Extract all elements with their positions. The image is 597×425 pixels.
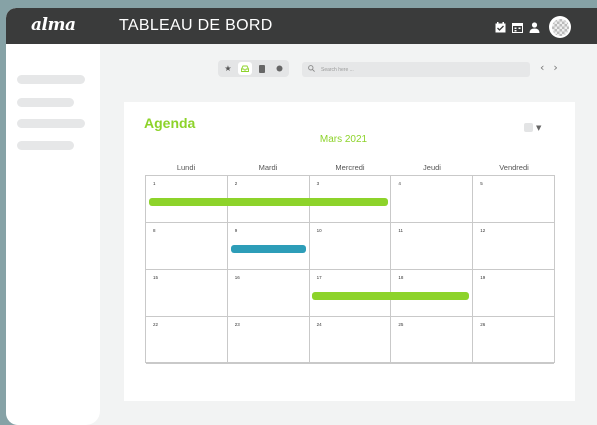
day-cell[interactable]: 15 — [146, 270, 228, 316]
day-number: 15 — [153, 275, 159, 280]
day-cell[interactable]: 16 — [228, 270, 310, 316]
day-number: 11 — [398, 228, 404, 233]
calendar-event[interactable] — [312, 292, 470, 300]
day-cell[interactable]: 24 — [310, 317, 392, 363]
day-number: 19 — [480, 275, 486, 280]
day-number: 16 — [234, 275, 240, 280]
view-toolbar: ★ — [218, 60, 289, 77]
next-arrow-icon[interactable]: › — [553, 61, 557, 74]
month-navigation: ‹ › — [540, 61, 558, 74]
circle-icon[interactable] — [272, 62, 286, 75]
user-icon[interactable] — [528, 20, 541, 34]
avatar[interactable] — [549, 16, 571, 38]
day-number: 18 — [398, 275, 404, 280]
day-cell[interactable]: 25 — [391, 317, 474, 363]
day-cell[interactable]: 8 — [146, 223, 228, 269]
prev-arrow-icon[interactable]: ‹ — [540, 61, 544, 74]
chevron-down-icon: ▼ — [536, 123, 542, 132]
day-cell[interactable]: 26 — [473, 317, 554, 363]
calendar-grid: 1 2 3 4 5 8 9 10 11 12 15 16 17 18 19 22… — [145, 175, 555, 364]
inbox-icon[interactable] — [238, 62, 252, 75]
day-headers: Lundi Mardi Mercredi Jeudi Vendredi — [145, 163, 555, 172]
calendar-check-icon[interactable] — [494, 20, 507, 34]
day-number: 26 — [480, 322, 486, 327]
day-number: 4 — [398, 181, 401, 186]
day-header: Lundi — [176, 163, 196, 172]
day-header: Vendredi — [499, 163, 529, 172]
search-icon — [308, 65, 315, 74]
day-number: 8 — [153, 228, 156, 233]
day-header: Mercredi — [335, 163, 365, 172]
sidebar-item[interactable] — [17, 98, 74, 107]
day-cell[interactable]: 4 — [391, 176, 474, 222]
view-select-box — [524, 123, 533, 132]
day-cell[interactable]: 11 — [391, 223, 474, 269]
top-icons — [494, 16, 571, 38]
day-cell[interactable]: 12 — [473, 223, 554, 269]
app-window: alma TABLEAU DE BORD ★ Search here ... ‹… — [6, 8, 597, 425]
day-cell[interactable]: 23 — [228, 317, 310, 363]
day-number: 17 — [316, 275, 322, 280]
day-number: 25 — [398, 322, 404, 327]
sidebar-item[interactable] — [17, 141, 74, 150]
day-cell[interactable]: 22 — [146, 317, 228, 363]
calendar-week: 8 9 10 11 12 — [146, 223, 554, 270]
day-number: 23 — [234, 322, 240, 327]
day-number: 3 — [316, 181, 320, 186]
document-icon[interactable] — [255, 62, 269, 75]
day-header: Jeudi — [423, 163, 441, 172]
calendar-week: 22 23 24 25 26 — [146, 317, 554, 364]
star-icon[interactable]: ★ — [221, 62, 235, 75]
view-select[interactable]: ▼ — [524, 123, 541, 132]
top-bar: alma TABLEAU DE BORD — [6, 8, 597, 44]
day-number: 22 — [153, 322, 159, 327]
day-number: 2 — [234, 181, 238, 186]
page-title: TABLEAU DE BORD — [119, 17, 273, 34]
day-number: 12 — [480, 228, 486, 233]
calendar-icon[interactable] — [511, 20, 524, 34]
agenda-title: Agenda — [144, 115, 196, 131]
sidebar-item[interactable] — [17, 75, 85, 84]
sidebar — [6, 44, 100, 425]
day-number: 9 — [234, 228, 238, 233]
day-number: 24 — [316, 322, 322, 327]
day-header: Mardi — [258, 163, 278, 172]
day-number: 10 — [316, 228, 322, 233]
day-number: 1 — [153, 181, 156, 186]
search-field[interactable]: Search here ... — [302, 62, 530, 77]
day-cell[interactable]: 5 — [473, 176, 554, 222]
day-cell[interactable]: 19 — [473, 270, 554, 316]
app-logo[interactable]: alma — [31, 15, 76, 35]
calendar-event[interactable] — [149, 198, 388, 206]
search-placeholder: Search here ... — [321, 66, 354, 73]
agenda-card: Agenda Mars 2021 ▼ Lundi Mardi Mercredi … — [124, 102, 575, 401]
sidebar-item[interactable] — [17, 119, 85, 128]
month-label: Mars 2021 — [319, 134, 368, 145]
calendar-event[interactable] — [230, 245, 307, 253]
day-number: 5 — [480, 181, 483, 186]
day-cell[interactable]: 10 — [310, 223, 392, 269]
